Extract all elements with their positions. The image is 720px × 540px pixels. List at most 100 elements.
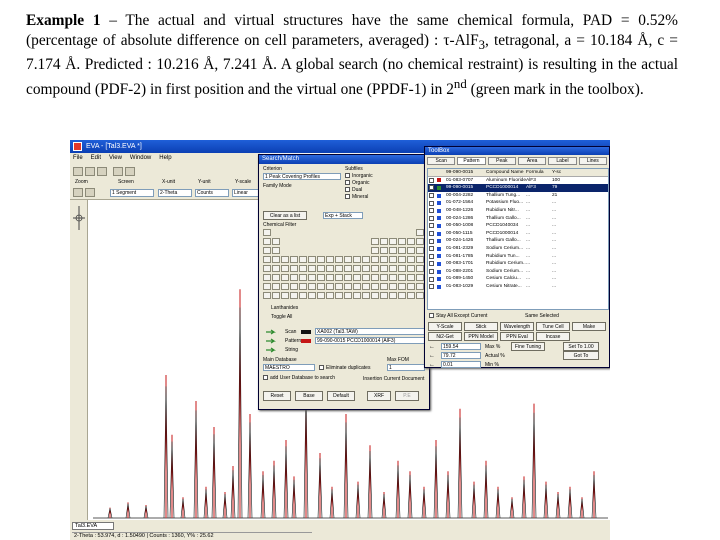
base-button[interactable]: Base bbox=[295, 391, 323, 401]
element-button[interactable] bbox=[380, 292, 388, 299]
pe-button[interactable]: P.E bbox=[395, 391, 419, 401]
y-scale-select[interactable]: Linear bbox=[232, 189, 259, 197]
checkbox-icon[interactable] bbox=[429, 269, 434, 275]
pattern-row[interactable]: 01-089-1450 Cesium Calciu......... bbox=[428, 275, 608, 283]
pattern-field[interactable]: 99-090-0015 PCCD1000014 (AlF3) bbox=[315, 337, 425, 344]
subfile-dual[interactable]: Dual bbox=[345, 187, 373, 194]
element-button[interactable] bbox=[407, 238, 415, 245]
default-button[interactable]: Default bbox=[327, 391, 355, 401]
toolbox-value-field[interactable]: 159.54 bbox=[441, 343, 481, 350]
element-button[interactable] bbox=[362, 274, 370, 281]
element-button[interactable] bbox=[281, 292, 289, 299]
toolbox-action-button[interactable]: Got To bbox=[563, 351, 599, 360]
pattern-row[interactable]: 00-050-1115 PCCD1000014...... bbox=[428, 230, 608, 238]
checkbox-icon[interactable] bbox=[429, 208, 434, 214]
element-button[interactable] bbox=[308, 274, 316, 281]
element-button[interactable] bbox=[416, 238, 424, 245]
tab-area[interactable]: Area bbox=[517, 157, 547, 165]
element-button[interactable] bbox=[308, 265, 316, 272]
checkbox-icon[interactable] bbox=[429, 215, 434, 221]
pattern-row[interactable]: 99-090-0015 PCCD1000014 AlF3 79 bbox=[428, 184, 608, 192]
checkbox-icon[interactable] bbox=[429, 276, 434, 282]
element-button[interactable] bbox=[389, 238, 397, 245]
element-button[interactable] bbox=[371, 274, 379, 281]
xrf-button[interactable]: XRF bbox=[367, 391, 391, 401]
element-button[interactable] bbox=[317, 292, 325, 299]
element-button[interactable] bbox=[290, 274, 298, 281]
element-button[interactable] bbox=[398, 265, 406, 272]
element-button[interactable] bbox=[416, 247, 424, 254]
element-button[interactable] bbox=[326, 265, 334, 272]
element-button[interactable] bbox=[299, 292, 307, 299]
menu-help[interactable]: Help bbox=[159, 153, 171, 164]
element-button[interactable] bbox=[371, 283, 379, 290]
arrow-left-icon[interactable]: ← bbox=[429, 362, 435, 368]
header-pdf[interactable]: 99-090-0015 bbox=[446, 169, 486, 176]
checkbox-icon[interactable] bbox=[429, 284, 434, 290]
element-button[interactable] bbox=[317, 274, 325, 281]
pattern-row[interactable]: 01-072-1564 Potassium Fluo......... bbox=[428, 199, 608, 207]
element-button[interactable] bbox=[380, 256, 388, 263]
element-button[interactable] bbox=[317, 256, 325, 263]
element-button[interactable] bbox=[362, 283, 370, 290]
pattern-row[interactable]: 00-083-1701 Rubidium Cerium......... bbox=[428, 260, 608, 268]
checkbox-icon[interactable] bbox=[429, 223, 434, 229]
element-button[interactable] bbox=[371, 292, 379, 299]
element-button[interactable] bbox=[398, 247, 406, 254]
toolbox-button[interactable]: Ni2-Get bbox=[428, 332, 462, 341]
criterion-select[interactable]: 1 Peak Covering Profiles bbox=[263, 173, 341, 180]
element-button[interactable] bbox=[335, 274, 343, 281]
element-button[interactable] bbox=[380, 265, 388, 272]
element-button[interactable] bbox=[263, 292, 271, 299]
element-button[interactable] bbox=[290, 292, 298, 299]
element-button[interactable] bbox=[290, 265, 298, 272]
element-button[interactable] bbox=[398, 274, 406, 281]
document-tab[interactable]: Tal3.EVA bbox=[72, 522, 114, 530]
element-button[interactable] bbox=[344, 274, 352, 281]
element-button[interactable] bbox=[326, 256, 334, 263]
tab-pattern[interactable]: Pattern bbox=[457, 157, 486, 165]
menu-edit[interactable]: Edit bbox=[91, 153, 101, 164]
toolbox-button[interactable]: PPN Eval bbox=[500, 332, 534, 341]
element-button[interactable] bbox=[380, 238, 388, 245]
element-button[interactable] bbox=[299, 274, 307, 281]
checkbox-icon[interactable] bbox=[429, 253, 434, 259]
element-button[interactable] bbox=[407, 292, 415, 299]
element-button[interactable] bbox=[353, 256, 361, 263]
tab-lines[interactable]: Lines bbox=[578, 157, 607, 165]
toolbox-action-button[interactable]: Set To 1.00 bbox=[563, 342, 599, 351]
toolbox-value-field[interactable]: 0.01 bbox=[441, 361, 481, 368]
element-button[interactable] bbox=[281, 274, 289, 281]
pattern-row[interactable]: 00-048-1226 Rubidium Nitr......... bbox=[428, 207, 608, 215]
menu-file[interactable]: File bbox=[73, 153, 83, 164]
element-button[interactable] bbox=[326, 283, 334, 290]
element-button[interactable] bbox=[371, 265, 379, 272]
cut-icon[interactable] bbox=[125, 167, 135, 176]
element-button[interactable] bbox=[335, 292, 343, 299]
element-button[interactable] bbox=[371, 238, 379, 245]
element-button[interactable] bbox=[272, 292, 280, 299]
header-compound[interactable]: Compound Name bbox=[486, 169, 526, 176]
checkbox-icon[interactable] bbox=[429, 238, 434, 244]
checkbox-icon[interactable] bbox=[429, 231, 434, 237]
element-button[interactable] bbox=[263, 247, 271, 254]
checkbox-icon[interactable] bbox=[429, 177, 434, 183]
element-button[interactable] bbox=[335, 283, 343, 290]
y-unit-select[interactable]: Counts bbox=[195, 189, 229, 197]
element-button[interactable] bbox=[317, 283, 325, 290]
element-button[interactable] bbox=[344, 292, 352, 299]
element-button[interactable] bbox=[407, 256, 415, 263]
element-button[interactable] bbox=[281, 256, 289, 263]
max-fom-field[interactable]: 1 bbox=[387, 364, 425, 371]
element-button[interactable] bbox=[389, 292, 397, 299]
toolbox-button[interactable]: Y-Scale bbox=[428, 322, 462, 331]
element-button[interactable] bbox=[272, 256, 280, 263]
element-button[interactable] bbox=[326, 274, 334, 281]
crosshair-icon[interactable] bbox=[70, 200, 88, 240]
element-button[interactable] bbox=[272, 265, 280, 272]
pattern-row[interactable]: 01-088-2201 Sodium Cerium......... bbox=[428, 268, 608, 276]
pattern-row[interactable]: 00-050-1008 PCCD1040034...... bbox=[428, 222, 608, 230]
element-button[interactable] bbox=[353, 265, 361, 272]
checkbox-icon[interactable] bbox=[429, 261, 434, 267]
element-button[interactable] bbox=[389, 256, 397, 263]
